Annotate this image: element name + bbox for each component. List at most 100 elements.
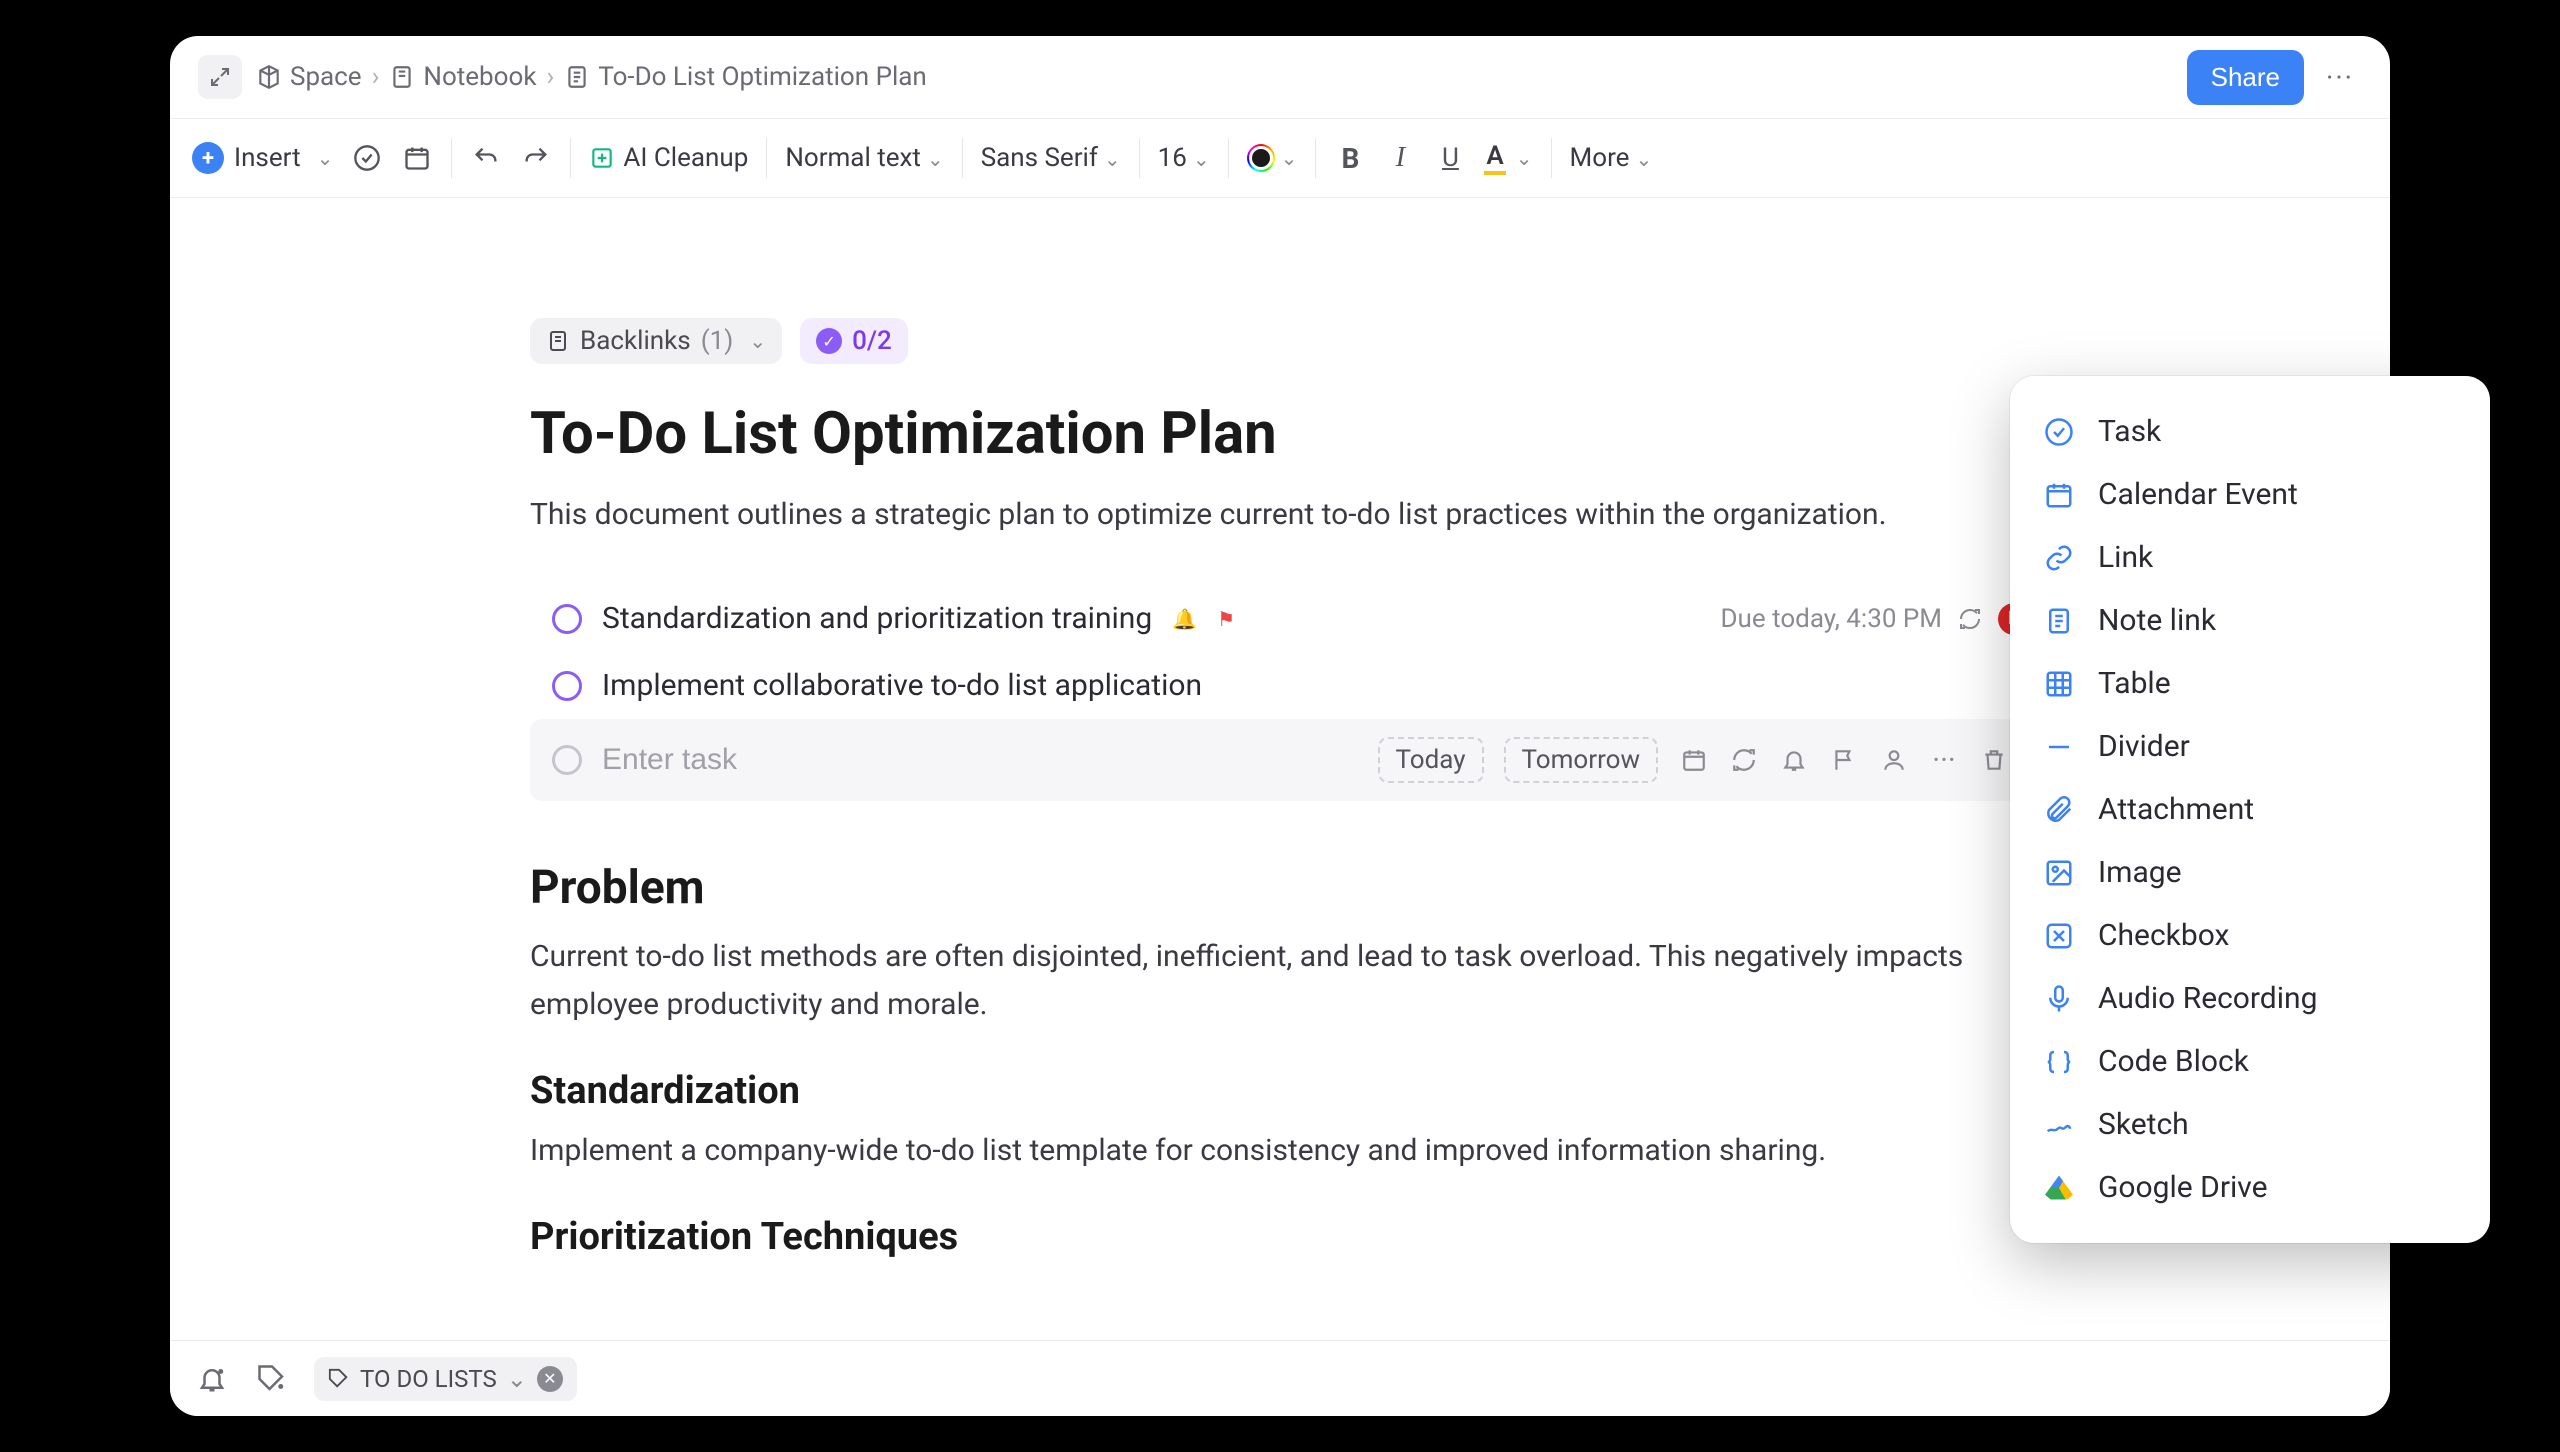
breadcrumb-separator: › bbox=[547, 62, 555, 92]
task-checkbox-empty[interactable] bbox=[552, 745, 582, 775]
menu-label: Code Block bbox=[2098, 1044, 2249, 1079]
italic-button[interactable]: I bbox=[1384, 142, 1416, 174]
task-title: Standardization and prioritization train… bbox=[602, 601, 1152, 636]
insert-menu-code-block[interactable]: Code Block bbox=[2010, 1030, 2490, 1093]
section-heading-standardization[interactable]: Standardization bbox=[530, 1069, 2030, 1113]
color-picker-button[interactable] bbox=[1247, 144, 1298, 172]
insert-menu: Task Calendar Event Link Note link Table… bbox=[2010, 376, 2490, 1243]
menu-label: Divider bbox=[2098, 729, 2190, 764]
undo-button[interactable] bbox=[470, 142, 502, 174]
breadcrumb-space[interactable]: Space bbox=[256, 62, 362, 92]
breadcrumb-page[interactable]: To-Do List Optimization Plan bbox=[564, 62, 926, 92]
remove-tag-button[interactable]: ✕ bbox=[537, 1366, 563, 1392]
ai-cleanup-label: AI Cleanup bbox=[623, 143, 748, 173]
add-reminder-button[interactable] bbox=[194, 1361, 230, 1397]
task-row[interactable]: Standardization and prioritization train… bbox=[530, 585, 2030, 652]
bold-button[interactable]: B bbox=[1334, 142, 1366, 174]
insert-menu-image[interactable]: Image bbox=[2010, 841, 2490, 904]
breadcrumb-page-label: To-Do List Optimization Plan bbox=[598, 62, 926, 92]
menu-label: Link bbox=[2098, 540, 2153, 575]
page-title[interactable]: To-Do List Optimization Plan bbox=[530, 400, 2030, 468]
calendar-button[interactable] bbox=[401, 142, 433, 174]
progress-chip[interactable]: ✓ 0/2 bbox=[800, 318, 908, 364]
tag-chip[interactable]: TO DO LISTS ⌄ ✕ bbox=[314, 1357, 577, 1401]
backlinks-chip[interactable]: Backlinks (1) bbox=[530, 318, 782, 364]
section-heading-prioritization[interactable]: Prioritization Techniques bbox=[530, 1215, 2030, 1259]
flag-icon[interactable] bbox=[1828, 744, 1860, 776]
app-window: Space › Notebook › To-Do List Optimizati… bbox=[170, 36, 2390, 1416]
checkbox-icon bbox=[2042, 919, 2076, 953]
task-checkbox[interactable] bbox=[552, 671, 582, 701]
flag-icon: ⚑ bbox=[1217, 607, 1235, 631]
section-body-problem[interactable]: Current to-do list methods are often dis… bbox=[530, 933, 2030, 1029]
more-formatting-button[interactable]: More bbox=[1570, 143, 1653, 173]
more-options-button[interactable]: ··· bbox=[2318, 55, 2362, 99]
insert-menu-note-link[interactable]: Note link bbox=[2010, 589, 2490, 652]
new-task-input[interactable] bbox=[602, 743, 1358, 777]
font-size-select[interactable]: 16 bbox=[1158, 143, 1210, 173]
toolbar: + Insert AI Cleanup Normal text Sans Ser… bbox=[170, 118, 2390, 198]
task-checkmark-button[interactable] bbox=[351, 142, 383, 174]
image-icon bbox=[2042, 856, 2076, 890]
sparkle-icon bbox=[589, 145, 615, 171]
chevron-down-icon: ⌄ bbox=[507, 1365, 527, 1393]
tag-label: TO DO LISTS bbox=[360, 1365, 497, 1393]
insert-menu-divider[interactable]: Divider bbox=[2010, 715, 2490, 778]
more-task-options[interactable]: ··· bbox=[1928, 744, 1960, 776]
link-icon bbox=[2042, 541, 2076, 575]
insert-menu-table[interactable]: Table bbox=[2010, 652, 2490, 715]
section-body-standardization[interactable]: Implement a company-wide to-do list temp… bbox=[530, 1127, 2030, 1175]
divider-icon bbox=[2042, 730, 2076, 764]
breadcrumb-separator: › bbox=[372, 62, 380, 92]
backlinks-label: Backlinks bbox=[580, 326, 691, 356]
menu-label: Checkbox bbox=[2098, 918, 2229, 953]
menu-label: Sketch bbox=[2098, 1107, 2189, 1142]
font-family-select[interactable]: Sans Serif bbox=[981, 143, 1121, 173]
task-due-label: Due today, 4:30 PM bbox=[1720, 604, 1942, 634]
menu-label: Google Drive bbox=[2098, 1170, 2268, 1205]
section-heading-problem[interactable]: Problem bbox=[530, 861, 2030, 915]
ai-cleanup-button[interactable]: AI Cleanup bbox=[589, 143, 748, 173]
reminder-icon: 🔔 bbox=[1172, 607, 1197, 631]
insert-button[interactable]: + Insert bbox=[192, 142, 333, 174]
quick-date-today[interactable]: Today bbox=[1378, 737, 1484, 783]
color-swatch-icon bbox=[1247, 144, 1275, 172]
assignee-icon[interactable] bbox=[1878, 744, 1910, 776]
new-task-row: Today Tomorrow ··· bbox=[530, 719, 2030, 801]
breadcrumb-notebook[interactable]: Notebook bbox=[389, 62, 536, 92]
attachment-icon bbox=[2042, 793, 2076, 827]
task-checkbox[interactable] bbox=[552, 604, 582, 634]
reminder-bell-icon[interactable] bbox=[1778, 744, 1810, 776]
expand-window-button[interactable] bbox=[198, 55, 242, 99]
font-color-button[interactable]: A bbox=[1484, 141, 1532, 175]
date-picker-icon[interactable] bbox=[1678, 744, 1710, 776]
note-icon bbox=[2042, 604, 2076, 638]
add-tag-button[interactable] bbox=[254, 1361, 290, 1397]
task-row[interactable]: Implement collaborative to-do list appli… bbox=[530, 652, 2030, 719]
insert-menu-google-drive[interactable]: Google Drive bbox=[2010, 1156, 2490, 1219]
underline-button[interactable]: U bbox=[1434, 142, 1466, 174]
delete-task-icon[interactable] bbox=[1978, 744, 2010, 776]
insert-menu-sketch[interactable]: Sketch bbox=[2010, 1093, 2490, 1156]
insert-menu-link[interactable]: Link bbox=[2010, 526, 2490, 589]
insert-menu-calendar-event[interactable]: Calendar Event bbox=[2010, 463, 2490, 526]
repeat-icon[interactable] bbox=[1728, 744, 1760, 776]
page-subtitle[interactable]: This document outlines a strategic plan … bbox=[530, 492, 2030, 537]
text-style-select[interactable]: Normal text bbox=[785, 143, 943, 173]
bottombar: TO DO LISTS ⌄ ✕ bbox=[170, 1340, 2390, 1416]
progress-text: 0/2 bbox=[852, 326, 892, 356]
insert-menu-audio-recording[interactable]: Audio Recording bbox=[2010, 967, 2490, 1030]
menu-label: Audio Recording bbox=[2098, 981, 2317, 1016]
insert-menu-checkbox[interactable]: Checkbox bbox=[2010, 904, 2490, 967]
quick-date-tomorrow[interactable]: Tomorrow bbox=[1504, 737, 1658, 783]
task-icon bbox=[2042, 415, 2076, 449]
progress-check-icon: ✓ bbox=[816, 328, 842, 354]
redo-button[interactable] bbox=[520, 142, 552, 174]
calendar-icon bbox=[2042, 478, 2076, 512]
insert-menu-task[interactable]: Task bbox=[2010, 400, 2490, 463]
repeat-icon bbox=[1958, 607, 1982, 631]
topbar: Space › Notebook › To-Do List Optimizati… bbox=[170, 36, 2390, 118]
menu-label: Image bbox=[2098, 855, 2182, 890]
insert-menu-attachment[interactable]: Attachment bbox=[2010, 778, 2490, 841]
share-button[interactable]: Share bbox=[2187, 50, 2304, 105]
